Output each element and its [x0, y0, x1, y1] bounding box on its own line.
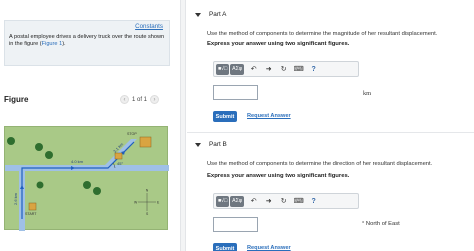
pane-divider[interactable] [180, 0, 186, 251]
tree-icon [45, 151, 53, 159]
house-icon [139, 136, 152, 148]
route-diagram: STOP START 4.0 km 45° 2.6 km 3.1 km N S … [4, 126, 169, 231]
stop-label: STOP [127, 132, 137, 136]
start-label: START [25, 212, 37, 216]
toolbar-button-group: ■√□ ΑΣφ [216, 63, 245, 75]
part-b-header[interactable]: Part B [195, 141, 227, 148]
problem-text-body: A postal employee drives a delivery truc… [9, 34, 165, 48]
compass-rose: N S E W [134, 189, 160, 217]
keyboard-icon[interactable]: ⌨ [293, 64, 304, 75]
constants-link[interactable]: Constants [135, 23, 163, 30]
figure-link[interactable]: Figure 1 [42, 41, 63, 47]
chevron-right-icon[interactable]: › [150, 95, 160, 104]
part-a-instruction: Express your answer using two significan… [207, 41, 350, 47]
right-pane: Part A Use the method of components to d… [187, 0, 474, 251]
redo-icon[interactable]: ➜ [263, 64, 274, 75]
part-b-title: Part B [209, 141, 227, 148]
part-b-request-answer-link[interactable]: Request Answer [247, 245, 291, 251]
problem-text-end: ). [62, 41, 66, 48]
redo-icon[interactable]: ➜ [263, 196, 274, 207]
compass-s: S [146, 212, 149, 216]
figure-pager: ‹ 1 of 1 › [120, 95, 160, 104]
chevron-left-icon[interactable]: ‹ [120, 95, 129, 104]
section-divider [187, 132, 474, 133]
compass-e: E [157, 200, 160, 204]
figure-heading: Figure [4, 95, 29, 104]
compass-w: W [134, 200, 138, 204]
part-b-toolbar: ■√□ ΑΣφ ↶ ➜ ↻ ⌨ ? [213, 193, 359, 209]
figure-page-indicator: 1 of 1 [132, 96, 148, 103]
part-a-unit: km [363, 90, 372, 97]
help-icon[interactable]: ? [308, 196, 319, 207]
left-pane: Constants A postal employee drives a del… [0, 0, 180, 251]
keyboard-icon[interactable]: ⌨ [293, 196, 304, 207]
help-icon[interactable]: ? [308, 64, 319, 75]
part-b-instruction: Express your answer using two significan… [207, 173, 350, 179]
house-icon [28, 202, 37, 211]
part-a-toolbar: ■√□ ΑΣφ ↶ ➜ ↻ ⌨ ? [213, 61, 359, 77]
house-icon [114, 152, 123, 160]
part-b-question: Use the method of components to determin… [207, 161, 433, 167]
greek-symbols-button[interactable]: ΑΣφ [230, 63, 245, 75]
compass-n: N [146, 189, 149, 193]
segment-north-label: 2.6 km [13, 192, 18, 205]
tree-icon [83, 181, 91, 189]
tree-icon [93, 187, 101, 195]
greek-symbols-button[interactable]: ΑΣφ [230, 195, 245, 207]
segment-east-label: 4.0 km [71, 159, 84, 164]
undo-icon[interactable]: ↶ [248, 196, 259, 207]
angle-label: 45° [117, 161, 123, 166]
part-a-question: Use the method of components to determin… [207, 31, 438, 37]
toolbar-button-group: ■√□ ΑΣφ [216, 195, 245, 207]
part-a-submit-button[interactable]: Submit [213, 111, 237, 122]
collapse-caret-icon [195, 12, 201, 17]
collapse-caret-icon [195, 142, 201, 147]
templates-button[interactable]: ■√□ [216, 63, 230, 75]
reset-icon[interactable]: ↻ [278, 64, 289, 75]
tree-icon [7, 137, 15, 145]
part-b-submit-button[interactable]: Submit [213, 243, 237, 251]
undo-icon[interactable]: ↶ [248, 64, 259, 75]
templates-button[interactable]: ■√□ [216, 195, 230, 207]
part-a-answer-input[interactable] [213, 85, 258, 100]
part-a-title: Part A [209, 11, 227, 18]
reset-icon[interactable]: ↻ [278, 196, 289, 207]
part-a-request-answer-link[interactable]: Request Answer [247, 113, 291, 119]
part-b-answer-input[interactable] [213, 217, 258, 232]
tree-icon [35, 143, 43, 151]
problem-text: A postal employee drives a delivery truc… [9, 34, 165, 49]
part-a-header[interactable]: Part A [195, 11, 226, 18]
problem-statement-box: Constants A postal employee drives a del… [4, 20, 170, 66]
tree-icon [36, 181, 44, 189]
route-diagram-svg: STOP START 4.0 km 45° 2.6 km 3.1 km N S … [5, 132, 169, 231]
part-b-unit: ° North of East [362, 221, 400, 227]
